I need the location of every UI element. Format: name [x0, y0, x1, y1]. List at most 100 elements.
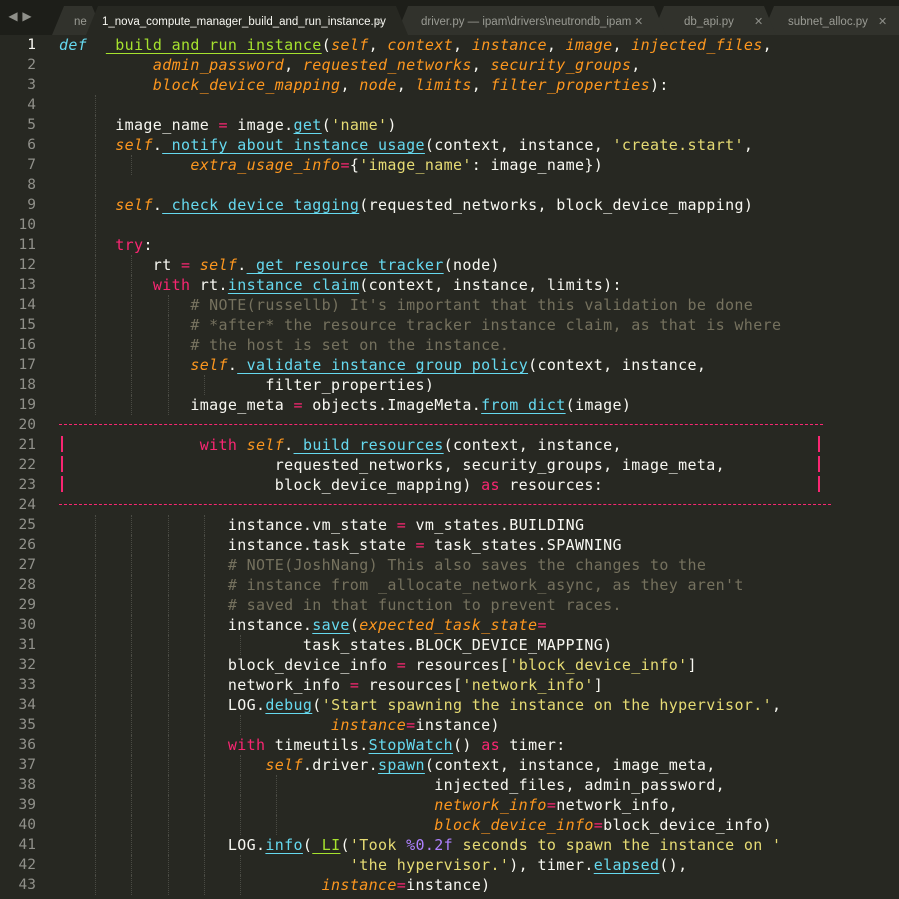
- code-line[interactable]: 33 network_info = resources['network_inf…: [0, 675, 899, 695]
- code-line[interactable]: 12 rt = self._get_resource_tracker(node): [0, 255, 899, 275]
- line-number: 16: [18, 337, 36, 353]
- code-token: =: [546, 796, 557, 814]
- code-line[interactable]: 4: [0, 95, 899, 115]
- code-line[interactable]: 18 filter_properties): [0, 375, 899, 395]
- code-editor[interactable]: 1 def _build_and_run_instance(self, conte…: [0, 35, 899, 899]
- code-token: _check_device_tagging: [162, 196, 360, 214]
- code-token: ,: [368, 36, 388, 54]
- code-token: LOG.: [59, 836, 266, 854]
- close-tab-icon[interactable]: ✕: [754, 10, 763, 35]
- code-line[interactable]: 32 block_device_info = resources['block_…: [0, 655, 899, 675]
- code-token: instance: [331, 716, 407, 734]
- code-line[interactable]: 25 instance.vm_state = vm_states.BUILDIN…: [0, 515, 899, 535]
- line-number: 39: [18, 797, 36, 813]
- code-token: =: [218, 116, 228, 134]
- code-token: =: [396, 516, 407, 534]
- code-token: injected_files: [631, 36, 763, 54]
- code-token: (context, instance,: [528, 356, 707, 374]
- code-text: block_device_info=block_device_info): [59, 815, 772, 835]
- tab-file-3[interactable]: db_api.py ✕: [652, 6, 776, 35]
- line-number: 38: [18, 777, 36, 793]
- code-token: from_dict: [481, 396, 566, 414]
- line-number: 30: [18, 617, 36, 633]
- code-line[interactable]: 9 self._check_device_tagging(requested_n…: [0, 195, 899, 215]
- code-line[interactable]: 40 block_device_info=block_device_info): [0, 815, 899, 835]
- code-line[interactable]: 42 'the hypervisor.'), timer.elapsed(),: [0, 855, 899, 875]
- code-line[interactable]: 11 try:: [0, 235, 899, 255]
- code-line[interactable]: 30 instance.save(expected_task_state=: [0, 615, 899, 635]
- code-line[interactable]: 31 task_states.BLOCK_DEVICE_MAPPING): [0, 635, 899, 655]
- code-line[interactable]: 28 # instance from _allocate_network_asy…: [0, 575, 899, 595]
- code-line[interactable]: 2 admin_password, requested_networks, se…: [0, 55, 899, 75]
- code-line[interactable]: 3 block_device_mapping, node, limits, fi…: [0, 75, 899, 95]
- code-line[interactable]: 23 block_device_mapping) as resources:: [0, 475, 899, 495]
- code-line[interactable]: 29 # saved in that function to prevent r…: [0, 595, 899, 615]
- line-number: 28: [18, 577, 36, 593]
- code-token: with: [152, 276, 191, 294]
- code-line[interactable]: 43 instance=instance): [0, 875, 899, 895]
- code-line[interactable]: 34 LOG.debug('Start spawning the instanc…: [0, 695, 899, 715]
- code-line[interactable]: 17 self._validate_instance_group_policy(…: [0, 355, 899, 375]
- code-token: (: [349, 616, 360, 634]
- code-line[interactable]: 37 self.driver.spawn(context, instance, …: [0, 755, 899, 775]
- code-token: =: [593, 816, 604, 834]
- line-number: 9: [27, 197, 36, 213]
- close-tab-icon[interactable]: ✕: [374, 10, 383, 35]
- tab-scroll-left-icon[interactable]: ◀: [6, 6, 20, 26]
- code-line[interactable]: 41 LOG.info(_LI('Took %0.2f seconds to s…: [0, 835, 899, 855]
- tab-file-4[interactable]: subnet_alloc.py ✕: [762, 6, 899, 35]
- code-line[interactable]: 8: [0, 175, 899, 195]
- code-token: (: [321, 116, 332, 134]
- code-line[interactable]: 16 # the host is set on the instance.: [0, 335, 899, 355]
- code-line[interactable]: 36 with timeutils.StopWatch() as timer:: [0, 735, 899, 755]
- code-line[interactable]: 1 def _build_and_run_instance(self, conte…: [0, 35, 899, 55]
- code-token: (): [453, 736, 482, 754]
- code-token: image_name: [59, 116, 219, 134]
- code-line[interactable]: 26 instance.task_state = task_states.SPA…: [0, 535, 899, 555]
- code-line[interactable]: 13 with rt.instance_claim(context, insta…: [0, 275, 899, 295]
- tab-file-2[interactable]: driver.py — ipam\drivers\neutrondb_ipam …: [396, 6, 666, 35]
- line-number: 27: [18, 557, 36, 573]
- code-token: _build_resources: [293, 436, 444, 454]
- code-line[interactable]: 10: [0, 215, 899, 235]
- code-token: requested_networks, security_groups, ima…: [59, 456, 726, 474]
- code-text: # the host is set on the instance.: [59, 335, 509, 355]
- line-number: 8: [27, 177, 36, 193]
- code-token: # the host is set on the instance.: [190, 336, 510, 354]
- code-line[interactable]: 19 image_meta = objects.ImageMeta.from_d…: [0, 395, 899, 415]
- code-line[interactable]: 27 # NOTE(JoshNang) This also saves the …: [0, 555, 899, 575]
- code-line[interactable]: 39 network_info=network_info,: [0, 795, 899, 815]
- code-line[interactable]: 35 instance=instance): [0, 715, 899, 735]
- code-token: image.: [227, 116, 294, 134]
- code-line[interactable]: 24: [0, 495, 899, 515]
- code-line[interactable]: 22 requested_networks, security_groups, …: [0, 455, 899, 475]
- tab-scroll-right-icon[interactable]: ▶: [20, 6, 34, 26]
- code-token: 'image_name': [359, 156, 472, 174]
- line-number: 10: [18, 217, 36, 233]
- code-token: _validate_instance_group_policy: [237, 356, 529, 374]
- code-token: task_states.SPAWNING: [424, 536, 622, 554]
- code-line[interactable]: 20: [0, 415, 899, 435]
- code-token: as: [481, 476, 500, 494]
- code-line[interactable]: 5 image_name = image.get('name'): [0, 115, 899, 135]
- code-token: network_info: [434, 796, 547, 814]
- code-line[interactable]: 38 injected_files, admin_password,: [0, 775, 899, 795]
- code-line[interactable]: 14 # NOTE(russellb) It's important that …: [0, 295, 899, 315]
- code-text: def _build_and_run_instance(self, contex…: [59, 35, 772, 55]
- code-token: # NOTE(JoshNang) This also saves the cha…: [227, 556, 707, 574]
- code-line[interactable]: 7 extra_usage_info={'image_name': image_…: [0, 155, 899, 175]
- code-line[interactable]: 15 # *after* the resource tracker instan…: [0, 315, 899, 335]
- line-number: 36: [18, 737, 36, 753]
- tab-active-file[interactable]: 1_nova_compute_manager_build_and_run_ins…: [86, 6, 408, 35]
- code-token: %0.2f: [406, 836, 454, 854]
- close-tab-icon[interactable]: ✕: [878, 10, 887, 35]
- code-line[interactable]: 6 self._notify_about_instance_usage(cont…: [0, 135, 899, 155]
- close-tab-icon[interactable]: ✕: [634, 10, 643, 35]
- code-line[interactable]: 21 with self._build_resources(context, i…: [0, 435, 899, 455]
